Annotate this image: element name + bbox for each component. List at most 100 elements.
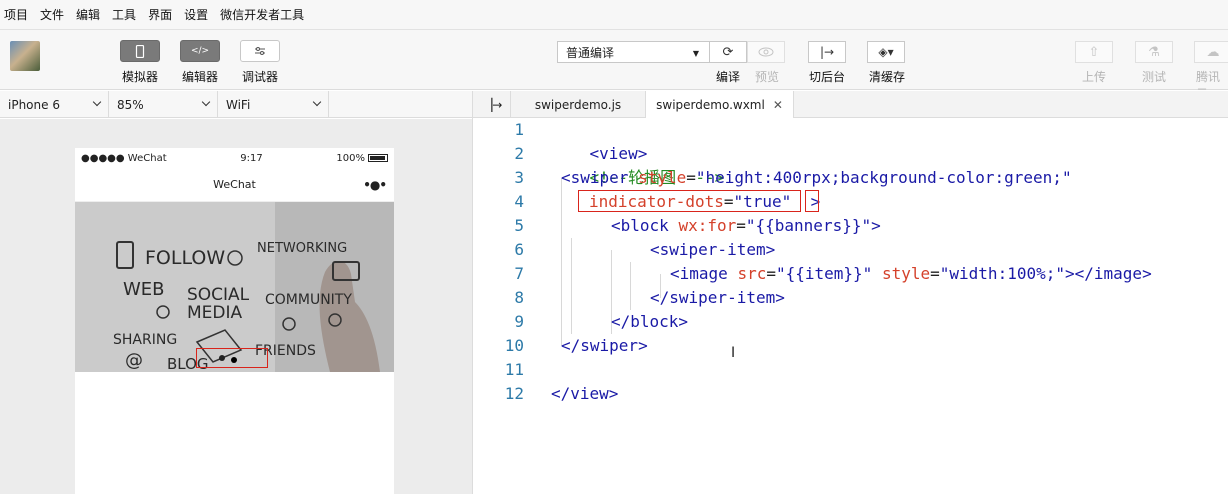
phone-icon (135, 44, 145, 58)
sidebar-toggle-icon: ▕→ (483, 97, 503, 112)
code-line: <swiper style="height:400rpx;background-… (561, 168, 1072, 187)
indent-guide (630, 262, 631, 310)
line-number: 2 (514, 144, 524, 163)
swiper-word-follow: FOLLOW (145, 247, 225, 269)
indent-guide (571, 238, 572, 334)
menu-project[interactable]: 项目 (4, 6, 28, 23)
zoom-value: 85% (117, 97, 144, 112)
line-number: 7 (514, 264, 524, 283)
line-number: 5 (514, 216, 524, 235)
code-line: </block> (611, 312, 689, 331)
swiper-banner[interactable]: FOLLOW NETWORKING WEB SOCIAL MEDIA COMMU… (75, 202, 394, 372)
editor-toggle-button[interactable]: </> (180, 40, 220, 62)
phone-status-bar: ●●●●● WeChat 9:17 100% (75, 148, 394, 168)
code-line: <!--轮播图 --> (589, 168, 725, 187)
upload-icon: ⇧ (1088, 44, 1100, 60)
phone-nav-title: WeChat (213, 178, 256, 191)
code-line: <image src="{{item}}" style="width:100%;… (670, 264, 1152, 283)
indicator-dots-code-highlight (578, 190, 801, 212)
editor-tab-bar: ▕→ swiperdemo.js swiperdemo.wxml ✕ (472, 91, 1228, 119)
caret-down-icon: ▼ (692, 49, 699, 58)
refresh-icon: ⟳ (722, 44, 734, 60)
text-cursor-icon: I (731, 345, 736, 361)
background-label: 切后台 (808, 70, 845, 84)
line-number: 10 (504, 336, 524, 355)
editor-label: 编辑器 (181, 70, 218, 84)
close-icon[interactable]: ✕ (773, 98, 783, 112)
menu-bar: 项目 文件 编辑 工具 界面 设置 微信开发者工具 (0, 0, 1228, 30)
toolbar: 模拟器 </> 编辑器 调试器 普通编译 ▼ ⟳ 编译 预览 |→ 切后台 ◈▾… (0, 30, 1228, 101)
device-model-value: iPhone 6 (8, 97, 60, 112)
code-icon: </> (190, 46, 210, 56)
code-line: </swiper-item> (650, 288, 785, 307)
menu-tools[interactable]: 工具 (112, 6, 136, 23)
simulator-toggle-button[interactable] (120, 40, 160, 62)
test-button[interactable]: ⚗ (1135, 41, 1173, 63)
line-number: 12 (504, 384, 524, 403)
battery-icon (367, 153, 388, 162)
cloud-icon: ☁ (1206, 44, 1220, 60)
layers-icon: ◈▾ (878, 45, 894, 59)
line-number: 8 (514, 288, 524, 307)
simulator-label: 模拟器 (121, 70, 158, 84)
line-number: 9 (514, 312, 524, 331)
device-model-select[interactable]: iPhone 6 (0, 91, 109, 118)
swiper-word-networking: NETWORKING (257, 241, 347, 256)
menu-wechat-devtools[interactable]: 微信开发者工具 (220, 6, 304, 23)
network-select[interactable]: WiFi (218, 91, 329, 118)
menu-interface[interactable]: 界面 (148, 6, 172, 23)
compile-mode-value: 普通编译 (566, 45, 615, 60)
debugger-label: 调试器 (241, 70, 278, 84)
upload-button[interactable]: ⇧ (1075, 41, 1113, 63)
clear-cache-button[interactable]: ◈▾ (867, 41, 905, 63)
code-line: <block wx:for="{{banners}}"> (611, 216, 881, 235)
menu-file[interactable]: 文件 (40, 6, 64, 23)
tencent-cloud-button[interactable]: ☁ (1194, 41, 1228, 63)
swiper-word-media: MEDIA (187, 303, 243, 323)
background-button[interactable]: |→ (808, 41, 846, 63)
bracket-code-highlight (805, 190, 819, 212)
line-number: 1 (514, 120, 524, 139)
tab-swiperdemo-js[interactable]: swiperdemo.js (511, 91, 646, 118)
phone-screen: ●●●●● WeChat 9:17 100% WeChat •●• FOLLOW… (75, 148, 394, 494)
line-number: 6 (514, 240, 524, 259)
avatar[interactable] (10, 41, 40, 71)
flask-icon: ⚗ (1148, 44, 1160, 60)
code-line: <swiper-item> (650, 240, 776, 259)
toggle-file-tree-button[interactable]: ▕→ (473, 91, 511, 118)
battery-status: 100% (336, 153, 388, 164)
swiper-word-at: @ (125, 350, 143, 371)
test-label: 测试 (1141, 70, 1166, 84)
debugger-toggle-button[interactable] (240, 40, 280, 62)
compile-button[interactable]: ⟳ (709, 41, 747, 63)
swiper-word-community: COMMUNITY (265, 292, 352, 308)
code-editor[interactable]: 1 2 3 4 5 6 7 8 9 10 11 12 <view> <!--轮播… (472, 118, 1228, 494)
menu-settings[interactable]: 设置 (184, 6, 208, 23)
menu-edit[interactable]: 编辑 (76, 6, 100, 23)
upload-label: 上传 (1081, 70, 1106, 84)
clock: 9:17 (240, 152, 263, 164)
line-number: 4 (514, 192, 524, 211)
social-media-image: FOLLOW NETWORKING WEB SOCIAL MEDIA COMMU… (75, 202, 394, 372)
tab-swiperdemo-wxml[interactable]: swiperdemo.wxml ✕ (646, 91, 794, 119)
code-line: </swiper> (561, 336, 648, 355)
chevron-down-icon (203, 97, 209, 108)
indicator-dots-highlight (196, 348, 268, 368)
chevron-down-icon (314, 97, 320, 108)
tab-label: swiperdemo.js (534, 97, 622, 112)
compile-mode-select[interactable]: 普通编译 ▼ (557, 41, 709, 63)
line-number: 11 (504, 360, 524, 379)
eye-icon (758, 47, 774, 57)
carrier: ●●●●● WeChat (81, 152, 167, 164)
simulator-area: ●●●●● WeChat 9:17 100% WeChat •●• FOLLOW… (0, 119, 472, 494)
device-bar: iPhone 6 85% WiFi (0, 91, 472, 118)
network-value: WiFi (226, 97, 251, 112)
phone-nav-bar: WeChat •●• (75, 168, 394, 202)
zoom-select[interactable]: 85% (109, 91, 218, 118)
swiper-word-sharing: SHARING (113, 332, 177, 348)
more-icon[interactable]: •●• (363, 178, 387, 192)
swiper-word-web: WEB (123, 279, 165, 300)
preview-label: 预览 (754, 70, 779, 84)
preview-button[interactable] (747, 41, 785, 63)
clear-cache-label: 清缓存 (868, 70, 905, 84)
